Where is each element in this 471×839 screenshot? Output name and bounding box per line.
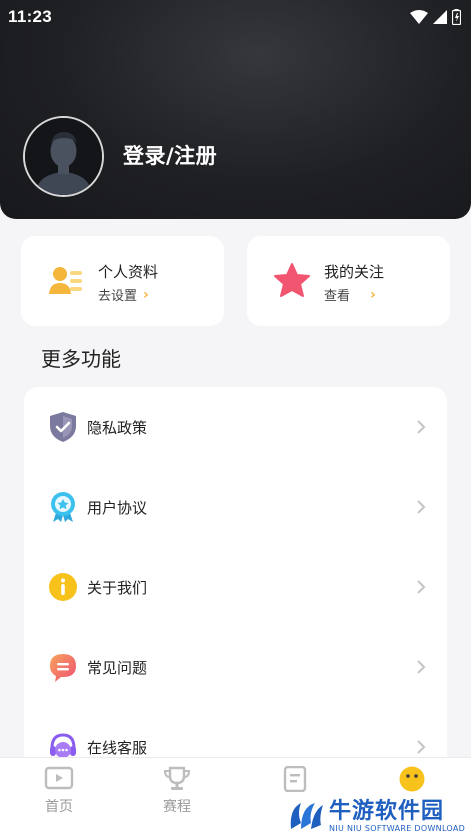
profile-card-sub: 去设置 › (98, 285, 149, 305)
chevron-right-icon (417, 420, 426, 434)
trophy-icon (163, 766, 191, 790)
play-screen-icon (44, 766, 74, 790)
chevron-right-icon (417, 580, 426, 594)
battery-icon (452, 9, 461, 25)
more-functions-title: 更多功能 (41, 347, 121, 371)
tab-home-label: 首页 (45, 799, 73, 815)
tab-schedule-label: 赛程 (163, 799, 191, 815)
list-item-privacy-policy[interactable]: 隐私政策 (24, 387, 447, 467)
status-time: 11:23 (8, 7, 53, 26)
list-item-label: 用户协议 (87, 498, 148, 517)
list-item-user-agreement[interactable]: 用户协议 (24, 467, 447, 547)
badge-icon (51, 492, 75, 522)
tab-schedule[interactable]: 赛程 (118, 766, 236, 826)
profile-card-title: 个人资料 (98, 263, 159, 281)
list-item-faq[interactable]: 常见问题 (24, 627, 447, 707)
profile-header: 11:23 登录/注册 (0, 0, 471, 219)
chevron-right-icon: › (370, 286, 376, 303)
watermark-sub: NIU NIU SOFTWARE DOWNLOAD (329, 823, 466, 833)
chevron-right-icon (417, 740, 426, 754)
document-icon (283, 766, 307, 792)
list-item-label: 常见问题 (87, 658, 148, 677)
watermark-logo: 牛游软件园 NIU NIU SOFTWARE DOWNLOAD (287, 793, 471, 839)
smiley-face-icon (399, 766, 425, 792)
profile-card[interactable]: 个人资料 去设置 › (21, 236, 224, 326)
signal-icon (433, 10, 447, 24)
chevron-right-icon (417, 660, 426, 674)
status-icons (410, 9, 461, 25)
info-icon (49, 573, 77, 601)
star-icon (274, 263, 310, 297)
more-functions-list: 隐私政策 用户协议 关于我们 常见问题 在线客服 (24, 387, 447, 787)
chat-bubble-icon (50, 654, 76, 682)
profile-card-sub-label: 去设置 (98, 289, 138, 304)
profile-card-icon (49, 267, 82, 294)
default-user-icon (25, 118, 102, 195)
tab-home[interactable]: 首页 (0, 766, 118, 826)
niuniu-logo-icon (290, 803, 323, 829)
chevron-right-icon (417, 500, 426, 514)
avatar[interactable] (23, 116, 104, 197)
list-item-label: 隐私政策 (87, 418, 148, 437)
watermark-main: 牛游软件园 (329, 798, 445, 824)
wifi-icon (410, 10, 428, 24)
following-card-sub: 查看 › (324, 285, 376, 305)
watermark-text: 牛游软件园 NIU NIU SOFTWARE DOWNLOAD (329, 798, 466, 833)
list-item-about-us[interactable]: 关于我们 (24, 547, 447, 627)
login-register-link[interactable]: 登录/注册 (123, 140, 217, 170)
status-bar: 11:23 (0, 0, 471, 34)
list-item-label: 在线客服 (87, 738, 148, 757)
following-card[interactable]: 我的关注 查看 › (247, 236, 450, 326)
chevron-right-icon: › (143, 286, 149, 303)
following-card-title: 我的关注 (324, 263, 385, 281)
list-item-label: 关于我们 (87, 578, 148, 597)
following-card-sub-label: 查看 (324, 289, 351, 304)
shield-icon (50, 412, 76, 442)
